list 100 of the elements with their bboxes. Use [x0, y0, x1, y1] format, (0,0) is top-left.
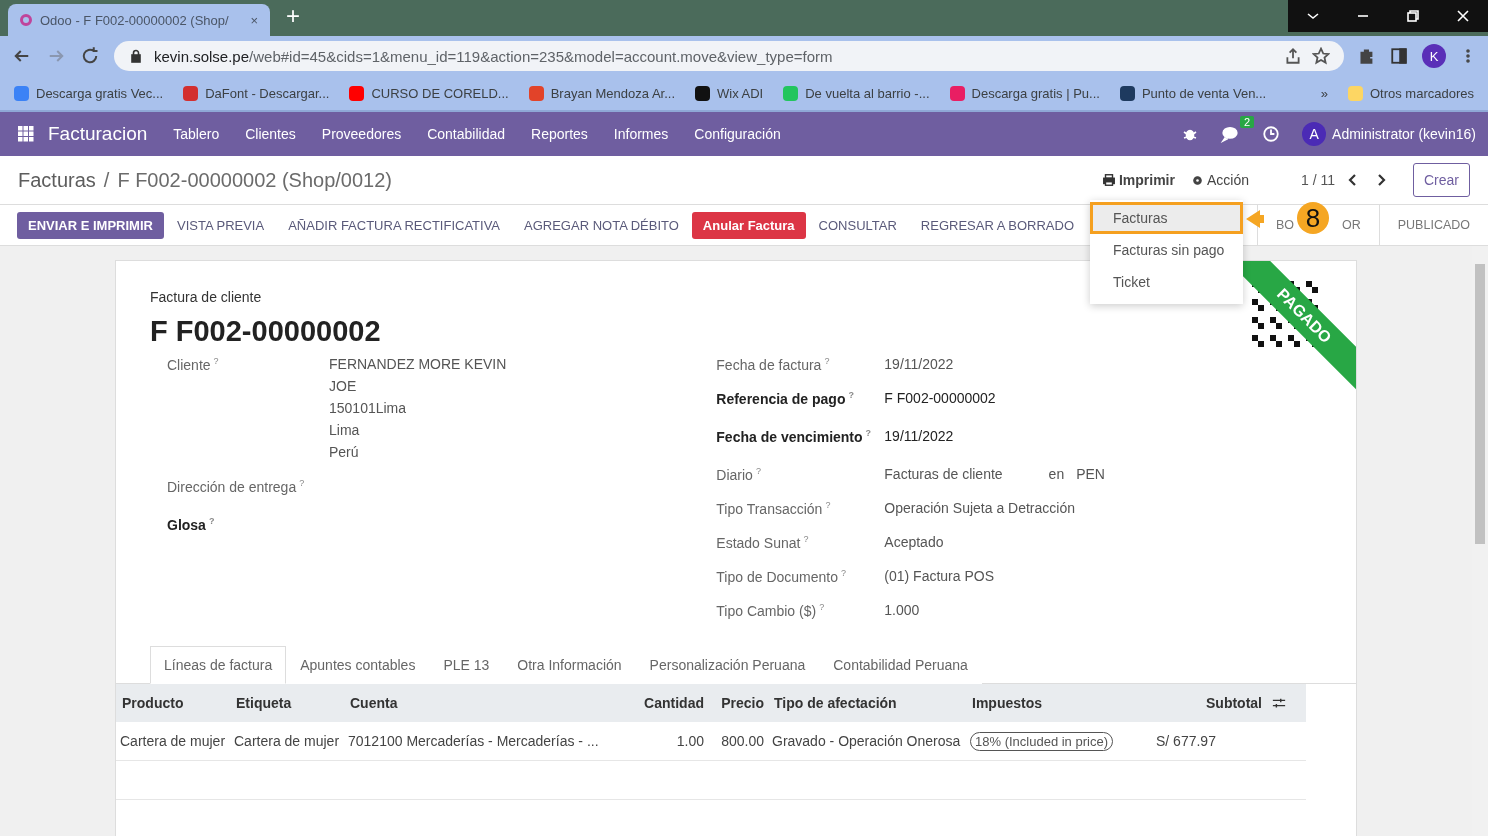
- notebook-tab[interactable]: Líneas de factura: [150, 646, 287, 684]
- menu-item[interactable]: Clientes: [245, 126, 296, 142]
- column-header: Precio: [708, 684, 768, 722]
- scrollbar-thumb[interactable]: [1475, 264, 1485, 544]
- odoo-icon: [20, 14, 32, 26]
- menu-item[interactable]: Proveedores: [321, 126, 402, 142]
- lock-icon: [128, 48, 144, 64]
- reload-icon[interactable]: [80, 46, 100, 66]
- field-label: Dirección de entrega $^{?}$: [167, 478, 306, 497]
- gear-icon: [1190, 173, 1204, 187]
- message-count-badge: 2: [1239, 116, 1255, 128]
- field-label: Fecha de vencimiento $^{?}$: [716, 428, 873, 447]
- more-bookmarks-button[interactable]: »: [1320, 85, 1328, 101]
- bookmark[interactable]: DaFont - Descargar...: [183, 85, 330, 101]
- menu-option[interactable]: Facturas sin pago: [1090, 234, 1243, 266]
- app-name: Facturacion: [48, 123, 148, 145]
- star-icon[interactable]: [1312, 47, 1330, 65]
- bookmark[interactable]: Descarga gratis Vec...: [14, 85, 164, 101]
- field-value: (01) Factura POS: [884, 568, 994, 584]
- menu-item[interactable]: Informes: [613, 126, 669, 142]
- field-value: 19/11/2022: [884, 356, 954, 372]
- field-label: Fecha de factura $^{?}$: [716, 356, 831, 375]
- menu-item[interactable]: Reportes: [531, 126, 588, 142]
- action-button[interactable]: CONSULTAR: [807, 211, 908, 239]
- action-button[interactable]: VISTA PREVIA: [165, 211, 276, 239]
- field-value: Lima: [329, 422, 361, 438]
- address-bar[interactable]: kevin.solse.pe/web#id=45&cids=1&menu_id=119&action=235&model=account.move&view_type=form: [114, 41, 1344, 71]
- printer-icon: [1101, 173, 1116, 187]
- field-value: 150101Lima: [329, 400, 408, 416]
- action-dropdown[interactable]: Acción: [1182, 166, 1257, 194]
- table-cell: 7012100 Mercaderías - Mercaderías - ...: [348, 733, 599, 749]
- menu-option[interactable]: Ticket: [1090, 266, 1243, 298]
- action-button[interactable]: ENVIAR E IMPRIMIR: [17, 211, 164, 239]
- table-cell: Cartera de mujer: [234, 733, 340, 749]
- column-header: Subtotal: [1136, 684, 1266, 722]
- browser-tab[interactable]: Odoo - F F002-00000002 (Shop/ ×: [8, 4, 270, 36]
- field-value: F F002-00000002: [884, 390, 996, 406]
- chat-icon[interactable]: [1220, 125, 1241, 143]
- field-label: Glosa $^{?}$: [167, 516, 216, 535]
- column-header: Cantidad: [598, 684, 708, 722]
- field-value: 1.000: [884, 602, 920, 618]
- column-header: Tipo de afectación: [768, 684, 966, 722]
- clock-icon[interactable]: [1262, 125, 1281, 143]
- side-panel-icon[interactable]: [1390, 47, 1408, 65]
- field-value: en: [1048, 466, 1065, 482]
- column-settings-icon[interactable]: [1272, 696, 1286, 710]
- field-label: Tipo Cambio ($) $^{?}$: [716, 602, 826, 621]
- field-label: Estado Sunat $^{?}$: [716, 534, 810, 553]
- column-header: Cuenta: [344, 684, 598, 722]
- restore-icon[interactable]: [1405, 8, 1421, 24]
- new-tab-button[interactable]: +: [286, 2, 300, 30]
- column-header: Etiqueta: [230, 684, 344, 722]
- menu-option[interactable]: Facturas: [1090, 202, 1243, 234]
- status-stage-label[interactable]: PUBLICADO: [1397, 218, 1470, 232]
- page-heading: F F002-00000002 (Shop/0012): [117, 168, 392, 192]
- field-value: Operación Sujeta a Detracción: [884, 500, 1075, 516]
- pager-text: 1 / 11: [1301, 172, 1335, 188]
- field-value: Perú: [329, 444, 360, 460]
- column-header: Producto: [116, 684, 230, 722]
- print-dropdown[interactable]: Imprimir: [1093, 166, 1183, 194]
- breadcrumb-link[interactable]: Facturas: [18, 168, 96, 192]
- field-label: Cliente $^{?}$: [167, 356, 220, 375]
- menu-item[interactable]: Configuración: [694, 126, 781, 142]
- bookmark[interactable]: Wix ADI: [695, 85, 764, 101]
- profile-avatar[interactable]: K: [1422, 44, 1446, 68]
- table-cell: S/ 677.97: [1156, 733, 1216, 749]
- field-label: Tipo de Documento $^{?}$: [716, 568, 847, 587]
- share-icon[interactable]: [1284, 47, 1302, 65]
- create-button[interactable]: Crear: [1413, 163, 1470, 197]
- user-menu[interactable]: A Administrator (kevin16): [1302, 122, 1476, 146]
- field-label: Diario $^{?}$: [716, 466, 762, 485]
- bookmark[interactable]: Brayan Mendoza Ar...: [528, 85, 675, 101]
- bookmark[interactable]: De vuelta al barrio -...: [783, 85, 930, 101]
- table-cell: 1.00: [676, 733, 704, 749]
- table-cell: Gravado - Operación Onerosa: [772, 733, 961, 749]
- menu-item[interactable]: Contabilidad: [427, 126, 506, 142]
- action-button[interactable]: AÑADIR FACTURA RECTIFICATIVA: [277, 211, 512, 239]
- column-header: Impuestos: [966, 684, 1136, 722]
- apps-menu-icon[interactable]: [18, 126, 34, 142]
- field-value: 19/11/2022: [884, 428, 954, 444]
- bookmark[interactable]: Descarga gratis | Pu...: [949, 85, 1100, 101]
- field-value: PEN: [1076, 466, 1105, 482]
- bookmark-folder[interactable]: Otros marcadores: [1347, 85, 1474, 101]
- field-label: Referencia de pago $^{?}$: [716, 390, 855, 409]
- action-button[interactable]: Anular Factura: [691, 211, 806, 239]
- field-value: Aceptado: [884, 534, 944, 550]
- table-cell: Cartera de mujer: [120, 733, 226, 749]
- tab-close-button[interactable]: ×: [250, 12, 258, 28]
- arrow-icon: [1246, 209, 1264, 229]
- field-label: Tipo Transacción $^{?}$: [716, 500, 832, 519]
- breadcrumb-separator: /: [103, 168, 110, 192]
- table-cell: 800.00: [721, 733, 764, 749]
- action-button[interactable]: REGRESAR A BORRADO: [909, 211, 1085, 239]
- close-icon[interactable]: [1455, 8, 1471, 24]
- bookmark[interactable]: CURSO DE CORELD...: [349, 85, 509, 101]
- action-button[interactable]: AGREGAR NOTA DÉBITO: [513, 211, 690, 239]
- status-stage-label[interactable]: BO: [1275, 218, 1294, 232]
- status-stage-label[interactable]: OR: [1342, 218, 1361, 232]
- bookmark[interactable]: Punto de venta Ven...: [1119, 85, 1267, 101]
- menu-item[interactable]: Tablero: [173, 126, 220, 142]
